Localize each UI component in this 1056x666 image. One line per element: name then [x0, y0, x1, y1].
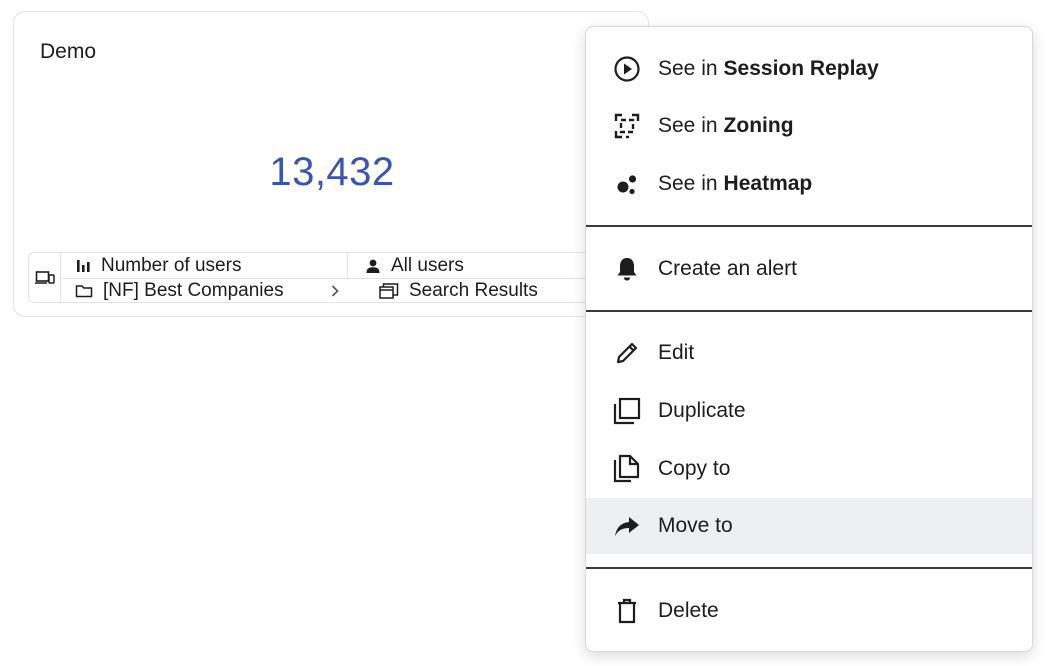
- play-circle-icon: [612, 54, 642, 84]
- menu-item-zoning[interactable]: See in Zoning: [586, 98, 1032, 154]
- context-menu: See in Session Replay See in Zoning See in…: [585, 26, 1033, 652]
- menu-divider: [586, 225, 1032, 227]
- card-title: Demo: [40, 40, 97, 63]
- copy-icon: [612, 454, 642, 484]
- widget-card[interactable]: Demo 13,432 Number of users All users [N…: [13, 11, 668, 317]
- bar-chart-icon: [77, 259, 90, 272]
- folder-icon: [75, 284, 93, 297]
- heatmap-icon: [612, 169, 642, 199]
- widget-meta: Number of users All users [NF] Best Comp…: [28, 252, 668, 303]
- zoning-label: Zoning: [723, 114, 794, 137]
- folder-label: [NF] Best Companies: [103, 279, 284, 301]
- segment-label: All users: [391, 254, 464, 276]
- menu-item-duplicate[interactable]: Duplicate: [586, 383, 1032, 439]
- page-label: Search Results: [409, 279, 538, 301]
- device-icon: [29, 253, 61, 302]
- menu-item-heatmap[interactable]: See in Heatmap: [586, 156, 1032, 212]
- meta-row-path: [NF] Best Companies Search Results: [61, 278, 667, 302]
- menu-item-delete[interactable]: Delete: [586, 583, 1032, 639]
- menu-divider: [586, 310, 1032, 312]
- chevron-right-icon: [331, 284, 339, 297]
- duplicate-icon: [612, 396, 642, 426]
- session-replay-label: Session Replay: [723, 57, 879, 80]
- user-icon: [366, 259, 380, 273]
- pages-icon: [379, 282, 399, 299]
- share-arrow-icon: [612, 511, 642, 541]
- metric-label: Number of users: [101, 254, 242, 276]
- menu-item-move-to[interactable]: Move to: [586, 498, 1032, 554]
- trash-icon: [612, 596, 642, 626]
- zoning-icon: [612, 111, 642, 141]
- menu-item-edit[interactable]: Edit: [586, 325, 1032, 381]
- meta-row-metric: Number of users All users: [61, 253, 667, 279]
- menu-item-create-alert[interactable]: Create an alert: [586, 241, 1032, 297]
- menu-item-session-replay[interactable]: See in Session Replay: [586, 41, 1032, 97]
- menu-item-copy-to[interactable]: Copy to: [586, 441, 1032, 497]
- menu-divider: [586, 567, 1032, 569]
- pencil-icon: [612, 338, 642, 368]
- metric-value: 13,432: [269, 150, 395, 194]
- bell-icon: [612, 254, 642, 284]
- heatmap-label: Heatmap: [723, 172, 813, 195]
